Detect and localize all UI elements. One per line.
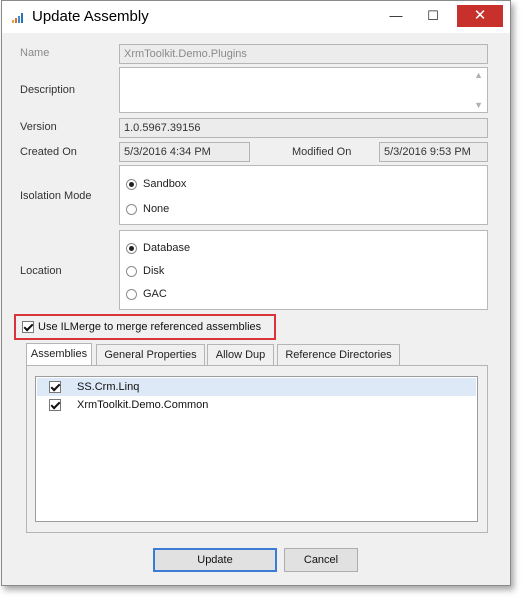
- window-title: Update Assembly: [32, 8, 149, 25]
- radio-disk[interactable]: Disk: [126, 263, 164, 279]
- assembly-name: XrmToolkit.Demo.Common: [77, 399, 209, 411]
- checkbox-checked-icon: [22, 321, 34, 333]
- radio-sandbox[interactable]: Sandbox: [126, 176, 186, 192]
- app-logo-icon: [12, 11, 28, 23]
- cancel-button[interactable]: Cancel: [284, 548, 358, 572]
- location-label: Location: [20, 265, 62, 277]
- radio-none[interactable]: None: [126, 201, 169, 217]
- checkbox-checked-icon[interactable]: [49, 399, 61, 411]
- radio-database-label: Database: [143, 242, 191, 254]
- radio-none-label: None: [143, 203, 170, 215]
- assemblies-list: SS.Crm.Linq XrmToolkit.Demo.Common: [35, 376, 478, 522]
- name-label: Name: [20, 47, 50, 59]
- radio-unselected-icon: [126, 203, 137, 215]
- description-label: Description: [20, 84, 76, 96]
- minimize-button[interactable]: —: [380, 1, 412, 31]
- tab-general-properties[interactable]: General Properties: [96, 344, 205, 365]
- close-button[interactable]: ✕: [457, 5, 503, 27]
- update-assembly-dialog: Update Assembly — ☐ ✕ Name XrmToolkit.De…: [1, 0, 511, 586]
- checkbox-checked-icon[interactable]: [49, 381, 61, 393]
- scroll-down-icon[interactable]: ▼: [474, 100, 483, 110]
- radio-selected-icon: [126, 178, 137, 190]
- name-field: XrmToolkit.Demo.Plugins: [119, 44, 488, 64]
- radio-selected-icon: [126, 242, 137, 254]
- scroll-up-icon[interactable]: ▲: [474, 70, 483, 80]
- radio-database[interactable]: Database: [126, 240, 190, 256]
- isolation-mode-label: Isolation Mode: [20, 190, 92, 202]
- description-input[interactable]: ▲ ▼: [119, 67, 488, 113]
- title-bar[interactable]: Update Assembly — ☐ ✕: [2, 1, 510, 33]
- radio-disk-label: Disk: [143, 265, 165, 277]
- modified-on-label: Modified On: [292, 146, 352, 158]
- radio-gac-label: GAC: [143, 288, 167, 300]
- radio-gac[interactable]: GAC: [126, 286, 167, 302]
- assembly-name: SS.Crm.Linq: [77, 381, 140, 393]
- maximize-button[interactable]: ☐: [417, 1, 449, 31]
- version-label: Version: [20, 121, 57, 133]
- version-field: 1.0.5967.39156: [119, 118, 488, 138]
- tab-allow-dup[interactable]: Allow Dup: [207, 344, 274, 365]
- isolation-mode-group: Sandbox None: [119, 165, 488, 225]
- radio-sandbox-label: Sandbox: [143, 178, 187, 190]
- assemblies-tab-panel: SS.Crm.Linq XrmToolkit.Demo.Common: [26, 365, 488, 533]
- list-item[interactable]: SS.Crm.Linq: [37, 378, 476, 396]
- created-on-label: Created On: [20, 146, 77, 158]
- modified-on-field: 5/3/2016 9:53 PM: [379, 142, 488, 162]
- update-button[interactable]: Update: [153, 548, 277, 572]
- ilmerge-checkbox[interactable]: Use ILMerge to merge referenced assembli…: [14, 314, 276, 340]
- tab-assemblies[interactable]: Assemblies: [26, 343, 92, 366]
- ilmerge-label: Use ILMerge to merge referenced assembli…: [38, 321, 262, 333]
- tab-reference-directories[interactable]: Reference Directories: [277, 344, 400, 365]
- radio-unselected-icon: [126, 288, 137, 300]
- location-group: Database Disk GAC: [119, 230, 488, 310]
- list-item[interactable]: XrmToolkit.Demo.Common: [37, 396, 476, 414]
- created-on-field: 5/3/2016 4:34 PM: [119, 142, 250, 162]
- radio-unselected-icon: [126, 265, 137, 277]
